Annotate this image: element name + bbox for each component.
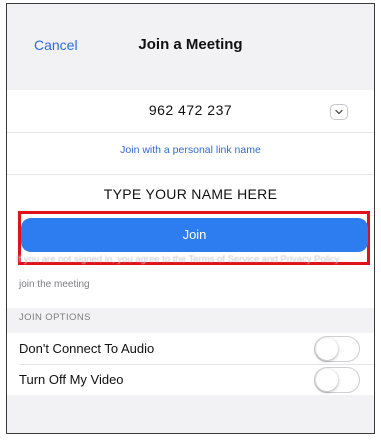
option-row-audio: Don't Connect To Audio	[7, 333, 374, 364]
option-row-video: Turn Off My Video	[7, 364, 374, 395]
video-toggle[interactable]	[314, 366, 360, 393]
join-meeting-screen: Cancel Join a Meeting 962 472 237 Join w…	[6, 3, 375, 434]
chevron-down-icon	[335, 109, 343, 115]
meeting-id-input[interactable]: 962 472 237	[7, 102, 374, 118]
join-button[interactable]: Join	[21, 218, 368, 252]
toggle-knob	[316, 368, 338, 391]
meeting-history-dropdown[interactable]	[330, 104, 348, 120]
terms-notice-text: If you are not signed in, you agree to t…	[16, 254, 340, 265]
meeting-form: 962 472 237 Join with a personal link na…	[7, 90, 374, 308]
join-options-list: Don't Connect To Audio Turn Off My Video	[7, 333, 374, 395]
navigation-bar: Cancel Join a Meeting	[7, 4, 374, 92]
join-options-header: JOIN OPTIONS	[19, 312, 91, 323]
terms-notice-tail: join the meeting	[19, 279, 90, 290]
page-title: Join a Meeting	[138, 36, 243, 53]
divider	[7, 174, 374, 175]
option-label-audio: Don't Connect To Audio	[19, 341, 155, 356]
divider	[7, 132, 374, 133]
personal-link-name-link[interactable]: Join with a personal link name	[7, 144, 374, 156]
toggle-knob	[316, 337, 338, 360]
audio-toggle[interactable]	[314, 335, 360, 362]
screen-name-input[interactable]: TYPE YOUR NAME HERE	[7, 186, 374, 202]
option-label-video: Turn Off My Video	[19, 372, 124, 387]
